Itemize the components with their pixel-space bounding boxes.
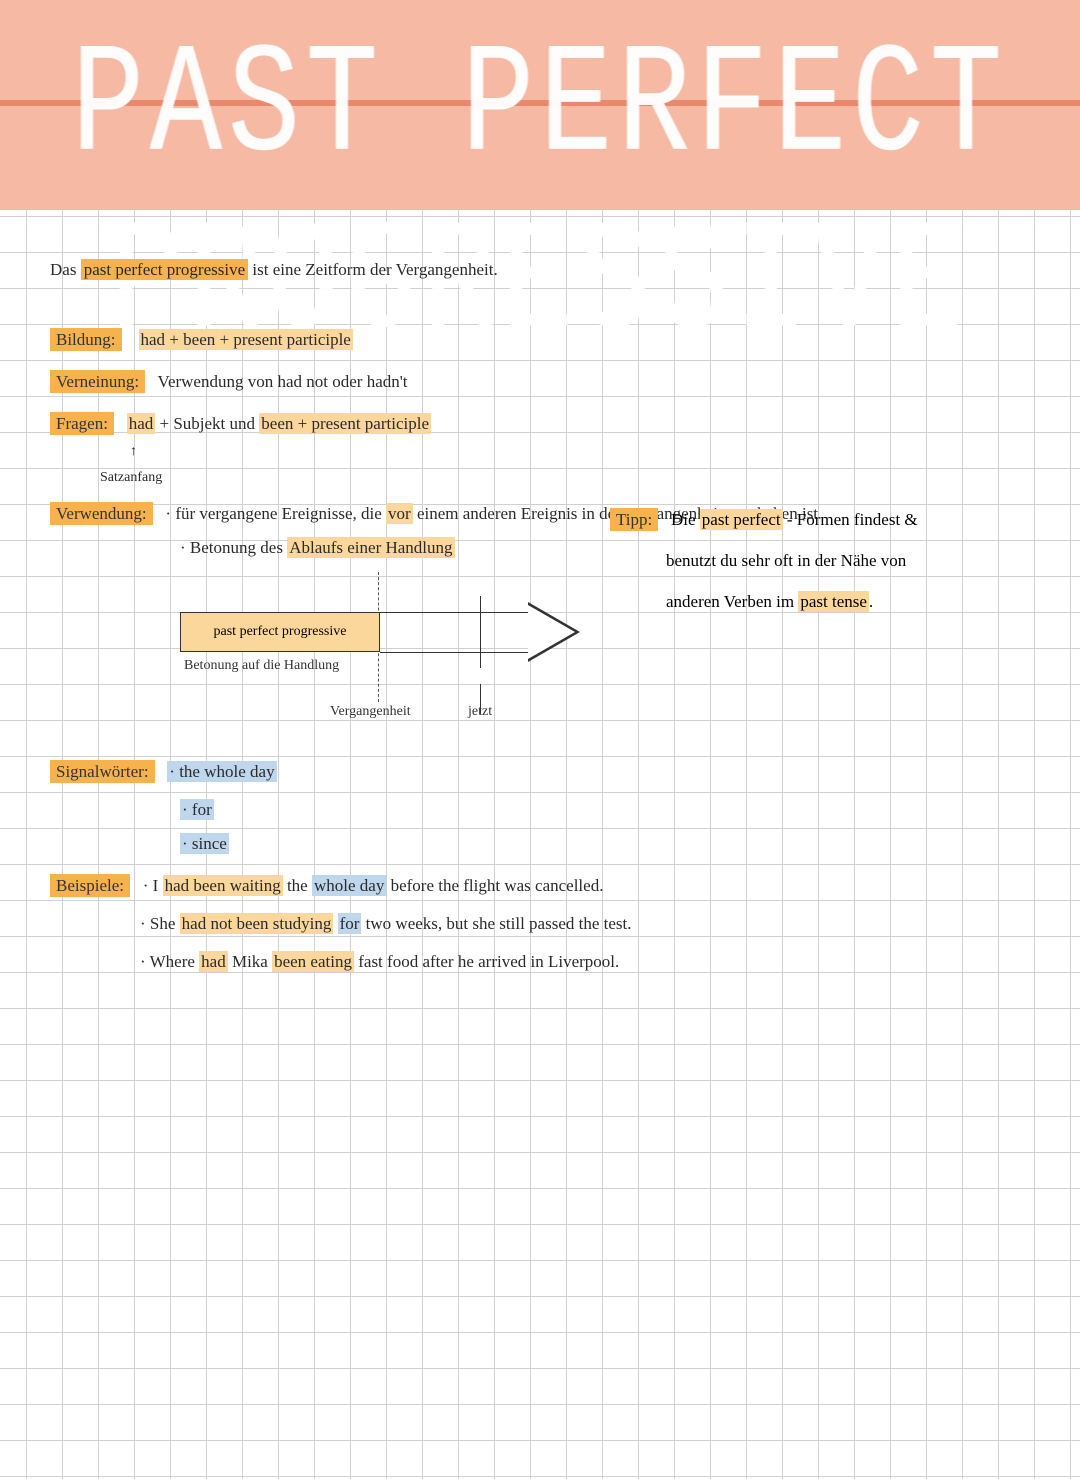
ex1-a: · I [143, 876, 163, 895]
verwendung-b1-pre: · für vergangene Ereignisse, die [165, 504, 386, 523]
fragen-had: had [127, 413, 156, 434]
tipp-l3c: . [869, 592, 873, 611]
ex1-b: had been waiting [163, 875, 283, 896]
tipp-l3a: anderen Verben im [666, 592, 798, 611]
signal-3-wrap: · since [180, 834, 1030, 854]
ex2-a: · She [140, 914, 180, 933]
signal-2: · for [180, 799, 214, 820]
verneinung-line: Verneinung: Verwendung von had not oder … [50, 372, 1030, 392]
ex2-b: had not been studying [180, 913, 334, 934]
ex1-e: before the flight was cancelled. [386, 876, 603, 895]
verwendung-b2-hl: Ablaufs einer Handlung [287, 537, 454, 558]
signal-1: · the whole day [167, 761, 276, 782]
ex3-d: been eating [272, 951, 354, 972]
tipp-line2: benutzt du sehr oft in der Nähe von [610, 541, 1050, 582]
beispiele-2: · She had not been studying for two week… [140, 914, 1030, 934]
timeline-now-label: jetzt [468, 704, 492, 720]
verneinung-text: Verwendung von had not oder hadn't [158, 372, 408, 391]
tipp-line3: anderen Verben im past tense. [610, 582, 1050, 623]
signal-3: · since [180, 833, 229, 854]
ex3-e: fast food after he arrived in Liverpool. [354, 952, 619, 971]
verwendung-b2-pre: · Betonung des [180, 538, 287, 557]
fragen-been: been + present participle [259, 413, 431, 434]
timeline-box-label: past perfect progressive [212, 623, 349, 641]
ex1-c: the [283, 876, 312, 895]
intro-highlight: past perfect progressive [81, 259, 248, 280]
timeline-shaft-bot [380, 652, 530, 653]
verwendung-label: Verwendung: [50, 502, 153, 525]
fragen-mid: + Subjekt und [155, 414, 259, 433]
tipp-label: Tipp: [610, 508, 658, 531]
tipp-l1a: Die [671, 510, 700, 529]
ex2-d: for [338, 913, 362, 934]
bildung-line: Bildung: had + been + present participle [50, 330, 1030, 350]
ex1-d: whole day [312, 875, 386, 896]
timeline-diagram: past perfect progressive Betonung auf di… [180, 572, 610, 732]
ex2-c [333, 914, 337, 933]
signal-line: Signalwörter: · the whole day [50, 762, 1030, 782]
tipp-l3b: past tense [798, 591, 869, 612]
signal-label: Signalwörter: [50, 760, 155, 783]
intro-post: ist eine Zeitform der Vergangenheit. [248, 260, 498, 279]
verwendung-b1-hl: vor [386, 503, 413, 524]
beispiele-1: Beispiele: · I had been waiting the whol… [50, 876, 1030, 896]
timeline-shaft-top [380, 612, 530, 613]
timeline-tick-now [480, 596, 481, 668]
bildung-text: had + been + present participle [139, 329, 353, 350]
timeline-caption: Betonung auf die Handlung [184, 658, 339, 674]
tipp-block: Tipp: Die past perfect - Formen findest … [610, 500, 1050, 622]
timeline-box: past perfect progressive [180, 612, 380, 652]
ex3-a: · Where [140, 952, 199, 971]
timeline-arrowhead [528, 602, 580, 662]
signal-2-wrap: · for [180, 800, 1030, 820]
tipp-l1c: - Formen findest & [783, 510, 918, 529]
tipp-l1b: past perfect [700, 509, 783, 530]
header-band: PAST PERFECT PROGRESSIVE [0, 0, 1080, 210]
ex3-b: had [199, 951, 228, 972]
tipp-line1: Tipp: Die past perfect - Formen findest … [610, 500, 1050, 541]
verneinung-label: Verneinung: [50, 370, 145, 393]
bildung-label: Bildung: [50, 328, 122, 351]
ex2-e: two weeks, but she still passed the test… [361, 914, 631, 933]
ex3-c: Mika [228, 952, 272, 971]
fragen-line: Fragen: had + Subjekt und been + present… [50, 414, 1030, 434]
beispiele-3: · Where had Mika been eating fast food a… [140, 952, 1030, 972]
timeline-past-label: Vergangenheit [330, 704, 411, 720]
intro-line: Das past perfect progressive ist eine Ze… [50, 260, 1030, 280]
fragen-label: Fragen: [50, 412, 114, 435]
beispiele-label: Beispiele: [50, 874, 130, 897]
fragen-note: Satzanfang [100, 470, 1030, 486]
fragen-arrow: ↑ [130, 444, 1030, 460]
intro-pre: Das [50, 260, 81, 279]
